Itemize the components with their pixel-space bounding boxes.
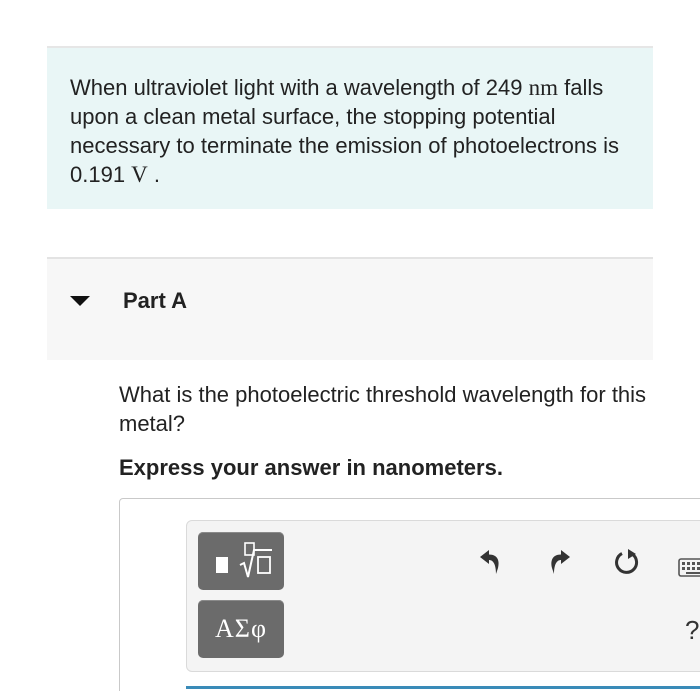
part-title: Part A: [123, 288, 187, 313]
unit-nm: nm: [528, 75, 558, 100]
symbols-label: ΑΣφ: [215, 614, 267, 643]
caret-down-icon[interactable]: [70, 296, 90, 306]
reset-icon[interactable]: [612, 547, 642, 577]
problem-text: When ultraviolet light with a wavelength…: [70, 73, 630, 189]
undo-icon[interactable]: [475, 547, 505, 577]
page: When ultraviolet light with a wavelength…: [0, 0, 700, 691]
symbols-button[interactable]: ΑΣφ: [198, 600, 284, 658]
part-a-header[interactable]: Part A: [47, 257, 653, 360]
intro-text-part1: When ultraviolet light with a wavelength…: [70, 75, 529, 100]
templates-icon: [216, 542, 272, 578]
answer-input[interactable]: [186, 686, 700, 689]
unit-v: V: [131, 162, 148, 187]
keyboard-icon[interactable]: [678, 553, 700, 583]
intro-text-end: .: [147, 162, 161, 187]
question-text: What is the photoelectric threshold wave…: [119, 382, 647, 436]
answer-instruction: Express your answer in nanometers.: [119, 455, 503, 480]
redo-icon[interactable]: [545, 547, 575, 577]
templates-button[interactable]: [198, 532, 284, 590]
problem-intro: When ultraviolet light with a wavelength…: [47, 46, 653, 209]
help-icon[interactable]: ?: [685, 615, 699, 646]
